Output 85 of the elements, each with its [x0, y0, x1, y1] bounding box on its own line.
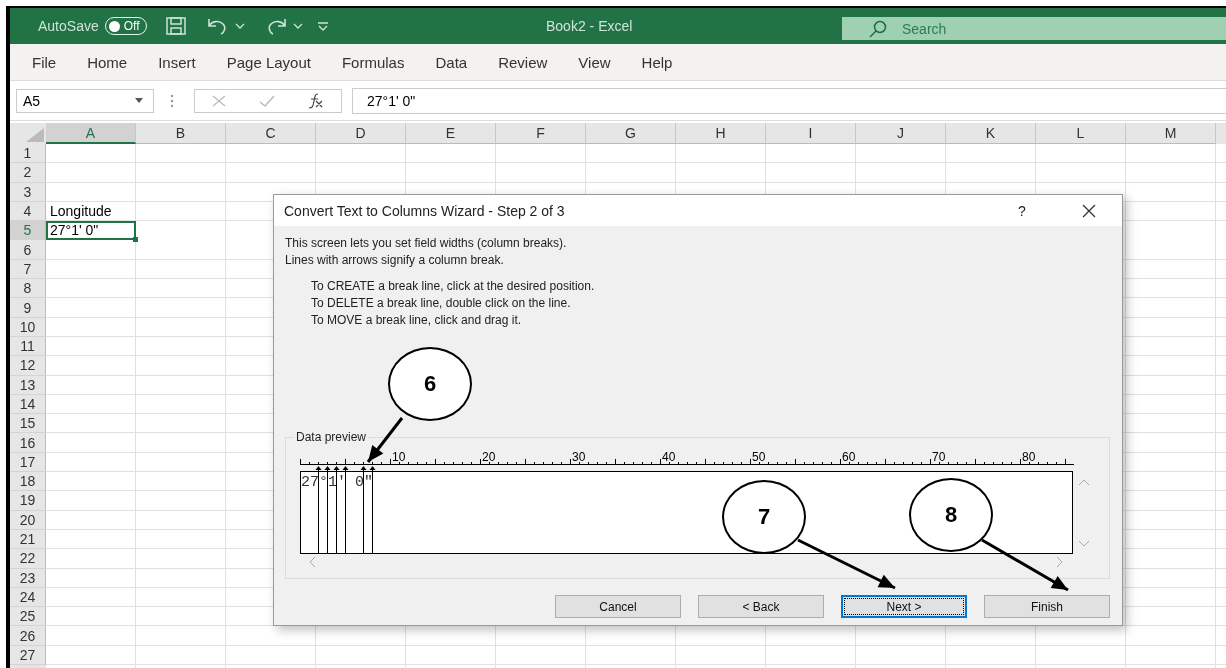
- row-header[interactable]: 8: [10, 279, 46, 299]
- row-header[interactable]: 24: [10, 587, 46, 608]
- row-header[interactable]: 23: [10, 568, 46, 588]
- autosave-label: AutoSave: [38, 18, 99, 34]
- column-header[interactable]: G: [586, 123, 676, 144]
- dialog-button[interactable]: Next >: [841, 595, 967, 618]
- row-header[interactable]: 10: [10, 317, 46, 337]
- caret-icon[interactable]: [234, 23, 245, 29]
- column-header[interactable]: K: [946, 123, 1036, 144]
- ribbon-tab[interactable]: File: [32, 53, 57, 71]
- ruler-label: 70: [932, 452, 946, 464]
- name-box[interactable]: A5: [16, 88, 154, 113]
- ruler-label: 80: [1022, 452, 1036, 464]
- row-header[interactable]: 26: [10, 626, 46, 646]
- row-header[interactable]: 13: [10, 375, 46, 395]
- column-header[interactable]: F: [496, 123, 586, 144]
- row-header[interactable]: 6: [10, 240, 46, 260]
- row-header[interactable]: 7: [10, 259, 46, 280]
- row-header[interactable]: 27: [10, 645, 46, 665]
- row-header[interactable]: 16: [10, 433, 46, 453]
- row-header[interactable]: 5: [10, 221, 46, 241]
- customize-icon[interactable]: [316, 21, 329, 31]
- row-header[interactable]: 9: [10, 298, 46, 318]
- caret-icon[interactable]: [292, 23, 303, 29]
- ribbon-tab[interactable]: Page Layout: [226, 53, 311, 71]
- search-field[interactable]: Search: [842, 17, 1226, 40]
- column-header[interactable]: M: [1126, 123, 1216, 144]
- save-icon[interactable]: [164, 16, 187, 36]
- grip-icon: [170, 93, 174, 108]
- row-header[interactable]: 25: [10, 607, 46, 627]
- instruction-text: To CREATE a break line, click at the desired position.: [311, 278, 596, 295]
- row-header[interactable]: 17: [10, 452, 46, 473]
- ribbon-tab[interactable]: Home: [87, 53, 128, 71]
- column-header[interactable]: E: [406, 123, 496, 144]
- table-cell[interactable]: 27°1' 0": [46, 221, 136, 241]
- group-label: Data preview: [294, 430, 369, 444]
- row-header[interactable]: 15: [10, 414, 46, 434]
- ribbon-tab[interactable]: Data: [435, 53, 468, 71]
- column-header[interactable]: C: [226, 123, 316, 144]
- row-header[interactable]: 22: [10, 549, 46, 569]
- column-header[interactable]: J: [856, 123, 946, 144]
- ruler-label: 30: [572, 452, 586, 464]
- search-icon: [868, 19, 888, 39]
- ribbon-tab[interactable]: Review: [498, 53, 548, 71]
- ribbon-tab[interactable]: Insert: [158, 53, 196, 71]
- ruler-label: 40: [662, 452, 676, 464]
- dialog-button[interactable]: < Back: [698, 595, 824, 618]
- dialog-title: Convert Text to Columns Wizard - Step 2 of 3: [284, 202, 565, 219]
- column-header[interactable]: L: [1036, 123, 1126, 144]
- window-title: Book2 - Excel: [546, 18, 633, 34]
- formula-field[interactable]: 27°1' 0": [352, 87, 1226, 114]
- row-header[interactable]: 14: [10, 394, 46, 415]
- close-icon[interactable]: [1081, 202, 1097, 219]
- ruler-label: 60: [842, 452, 856, 464]
- row-header[interactable]: 12: [10, 356, 46, 376]
- ribbon-tab[interactable]: Help: [641, 53, 673, 71]
- dialog-button[interactable]: Finish: [984, 595, 1110, 618]
- column-header[interactable]: D: [316, 123, 406, 144]
- instruction-text: To DELETE a break line, double click on the line.: [311, 295, 572, 312]
- row-header[interactable]: 3: [10, 182, 46, 202]
- dialog-text: This screen lets you set field widths (column breaks).: [285, 235, 568, 252]
- row-header[interactable]: 21: [10, 529, 46, 550]
- help-button[interactable]: ?: [1018, 202, 1026, 219]
- row-header[interactable]: 18: [10, 472, 46, 492]
- dropdown-icon: [135, 98, 143, 103]
- row-header[interactable]: 19: [10, 491, 46, 511]
- row-header[interactable]: 11: [10, 336, 46, 357]
- column-header[interactable]: I: [766, 123, 856, 144]
- ruler-label: 10: [392, 452, 406, 464]
- column-header[interactable]: B: [136, 123, 226, 144]
- row-header[interactable]: 4: [10, 201, 46, 222]
- callout-arrow: [366, 417, 404, 463]
- ruler-label: 20: [482, 452, 496, 464]
- check-icon[interactable]: [258, 93, 276, 108]
- row-header[interactable]: 20: [10, 510, 46, 530]
- column-header[interactable]: H: [676, 123, 766, 144]
- ruler-label: 50: [752, 452, 766, 464]
- dialog-text: Lines with arrows signify a column break.: [285, 252, 505, 269]
- ribbon-tab[interactable]: Formulas: [341, 53, 405, 71]
- instruction-text: To MOVE a break line, click and drag it.: [311, 312, 523, 329]
- column-header[interactable]: A: [46, 123, 136, 144]
- ribbon-tab[interactable]: View: [578, 53, 611, 71]
- row-header[interactable]: 1: [10, 144, 46, 164]
- dialog-button[interactable]: Cancel: [555, 595, 681, 618]
- row-header[interactable]: 2: [10, 163, 46, 183]
